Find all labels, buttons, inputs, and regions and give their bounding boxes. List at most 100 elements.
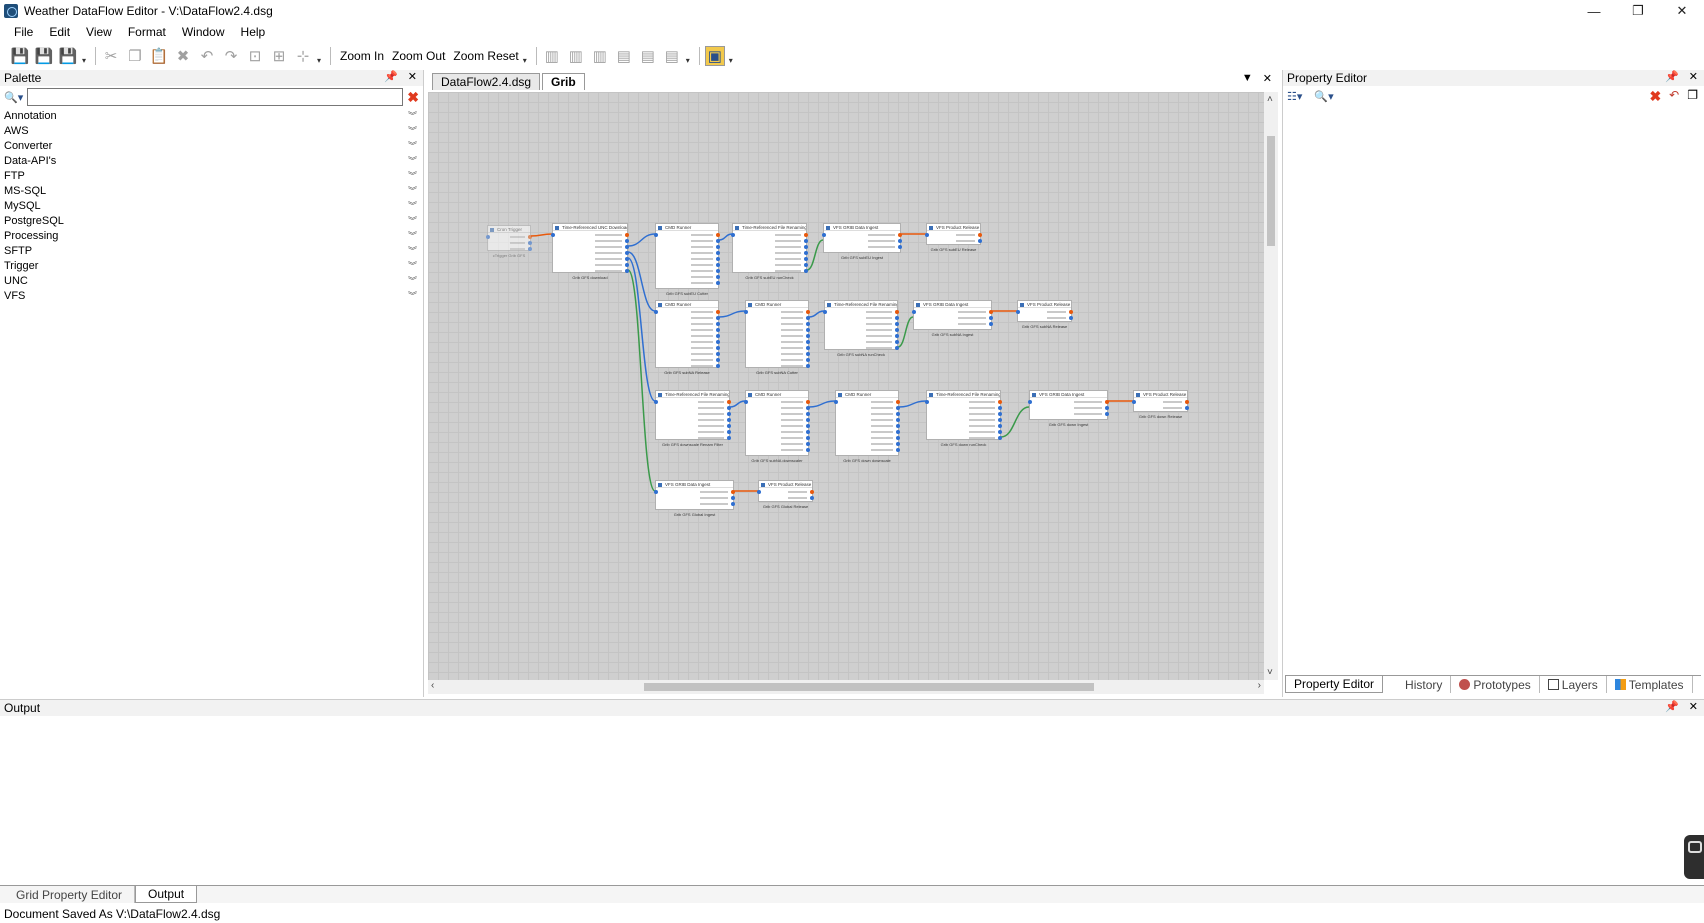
flow-node[interactable]: Time-Referenced File Renaming Grib GFS do… — [654, 390, 731, 447]
palette-category[interactable]: Annotation ︾ — [0, 108, 423, 123]
input-port[interactable] — [757, 490, 761, 494]
output-port[interactable] — [716, 310, 720, 314]
output-port[interactable] — [998, 412, 1002, 416]
output-port[interactable] — [895, 340, 899, 344]
delete-icon[interactable]: ✖ — [173, 46, 193, 66]
tab-grib[interactable]: Grib — [542, 73, 585, 90]
close-icon[interactable]: ✕ — [408, 70, 417, 83]
output-port[interactable] — [528, 235, 532, 239]
output-port[interactable] — [898, 245, 902, 249]
flow-node[interactable]: CMD Runner Grib GFS subNA downscaler — [744, 390, 810, 463]
input-port[interactable] — [654, 310, 658, 314]
output-port[interactable] — [804, 233, 808, 237]
menu-edit[interactable]: Edit — [41, 25, 78, 39]
output-port[interactable] — [806, 424, 810, 428]
output-port[interactable] — [998, 400, 1002, 404]
output-port[interactable] — [810, 490, 814, 494]
output-port[interactable] — [625, 251, 629, 255]
output-port[interactable] — [896, 448, 900, 452]
output-port[interactable] — [1069, 316, 1073, 320]
palette-category[interactable]: Processing ︾ — [0, 228, 423, 243]
flow-node[interactable]: VFS GRIB Data Ingest Grib GFS down Ingest — [1028, 390, 1109, 427]
output-port[interactable] — [716, 233, 720, 237]
palette-search-input[interactable] — [27, 88, 404, 106]
output-port[interactable] — [895, 322, 899, 326]
output-port[interactable] — [804, 239, 808, 243]
output-port[interactable] — [998, 430, 1002, 434]
expand-chevron-icon[interactable]: ︾ — [408, 244, 417, 257]
output-port[interactable] — [806, 448, 810, 452]
output-port[interactable] — [806, 412, 810, 416]
output-port[interactable] — [804, 251, 808, 255]
input-port[interactable] — [654, 233, 658, 237]
pin-icon[interactable]: 📌 — [1665, 70, 1679, 83]
expand-chevron-icon[interactable]: ︾ — [408, 229, 417, 242]
output-port[interactable] — [998, 436, 1002, 440]
redo-icon[interactable]: ↷ — [221, 46, 241, 66]
copy-icon[interactable]: ❐ — [125, 46, 145, 66]
input-port[interactable] — [822, 233, 826, 237]
flow-node[interactable]: CMD Runner Grib GFS down downscale — [834, 390, 900, 463]
output-port[interactable] — [716, 257, 720, 261]
output-port[interactable] — [716, 346, 720, 350]
tab-prototypes[interactable]: Prototypes — [1451, 676, 1540, 693]
flow-node[interactable]: VFS Product Release Grib GFS Global Relea… — [757, 480, 814, 509]
toolbar-overflow-icon[interactable]: ▾ — [523, 56, 527, 65]
side-assistant-widget-icon[interactable] — [1684, 835, 1704, 879]
palette-category[interactable]: VFS ︾ — [0, 288, 423, 303]
output-port[interactable] — [731, 496, 735, 500]
input-port[interactable] — [1016, 310, 1020, 314]
output-port[interactable] — [716, 263, 720, 267]
output-port[interactable] — [806, 436, 810, 440]
tab-grid-property-editor[interactable]: Grid Property Editor — [4, 886, 136, 903]
output-port[interactable] — [806, 418, 810, 422]
output-port[interactable] — [896, 406, 900, 410]
output-port[interactable] — [625, 233, 629, 237]
output-port[interactable] — [806, 400, 810, 404]
output-port[interactable] — [998, 406, 1002, 410]
palette-category[interactable]: PostgreSQL ︾ — [0, 213, 423, 228]
output-port[interactable] — [716, 281, 720, 285]
save-as-icon[interactable]: 💾 — [34, 46, 54, 66]
zoom-in-button[interactable]: Zoom In — [336, 49, 388, 63]
output-port[interactable] — [1105, 406, 1109, 410]
scroll-down-icon[interactable]: ˅ — [1267, 667, 1273, 678]
close-icon[interactable]: ✕ — [1689, 70, 1698, 83]
output-port[interactable] — [806, 310, 810, 314]
ungroup-icon[interactable]: ⊞ — [269, 46, 289, 66]
output-port[interactable] — [810, 496, 814, 500]
output-port[interactable] — [1185, 400, 1189, 404]
output-port[interactable] — [806, 406, 810, 410]
flow-node[interactable]: VFS GRIB Data Ingest Grib GFS subEU Inges… — [822, 223, 902, 260]
output-port[interactable] — [716, 239, 720, 243]
flow-node[interactable]: CMD Runner Grib GFS subNA Release — [654, 300, 720, 375]
output-port[interactable] — [896, 400, 900, 404]
menu-help[interactable]: Help — [233, 25, 274, 39]
input-port[interactable] — [925, 233, 929, 237]
output-port[interactable] — [806, 340, 810, 344]
flow-node[interactable]: Time-Referenced File Renaming Grib GFS su… — [823, 300, 899, 357]
output-port[interactable] — [806, 442, 810, 446]
scroll-up-icon[interactable]: ˄ — [1267, 94, 1273, 105]
flow-node[interactable]: Time-Referenced UNC Download Grib GFS dow… — [551, 223, 629, 280]
output-port[interactable] — [727, 424, 731, 428]
output-port[interactable] — [625, 245, 629, 249]
output-port[interactable] — [998, 418, 1002, 422]
output-port[interactable] — [806, 328, 810, 332]
input-port[interactable] — [925, 400, 929, 404]
output-port[interactable] — [716, 251, 720, 255]
output-port[interactable] — [896, 442, 900, 446]
output-port[interactable] — [895, 334, 899, 338]
horizontal-scroll-thumb[interactable] — [644, 683, 1094, 691]
tab-history[interactable]: History — [1383, 676, 1452, 693]
palette-category[interactable]: Trigger ︾ — [0, 258, 423, 273]
output-port[interactable] — [895, 346, 899, 350]
input-port[interactable] — [654, 400, 658, 404]
output-port[interactable] — [731, 490, 735, 494]
output-port[interactable] — [804, 269, 808, 273]
output-port[interactable] — [727, 406, 731, 410]
close-window-button[interactable]: ✕ — [1660, 0, 1704, 22]
output-port[interactable] — [716, 328, 720, 332]
tab-list-icon[interactable]: ▼ — [1242, 72, 1253, 85]
flow-node[interactable]: Time-Referenced File Renaming Grib GFS su… — [731, 223, 808, 280]
